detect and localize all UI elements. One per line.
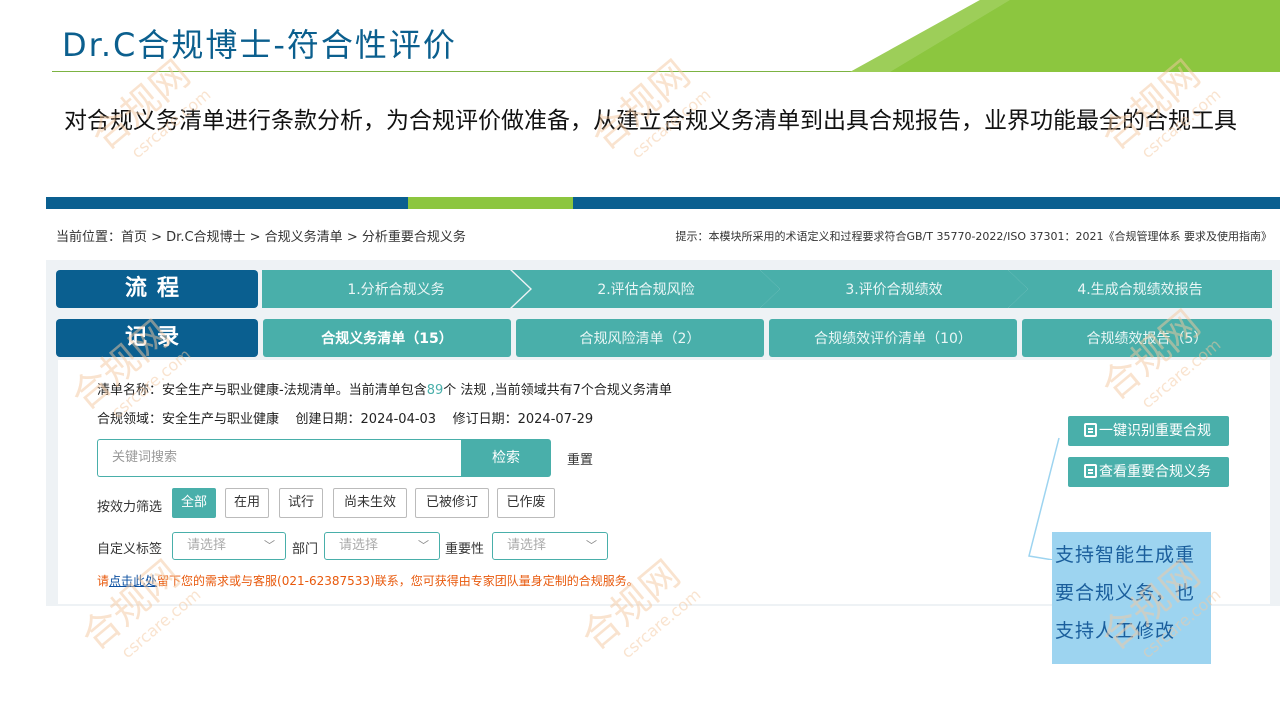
flow-step-label: 4.生成合规绩效报告 [1077, 282, 1203, 298]
filter-chip-trial[interactable]: 试行 [279, 488, 323, 518]
record-label: 记录 [56, 319, 258, 357]
department-select[interactable]: 请选择 ﹀ [324, 532, 440, 560]
list-count: 89 [426, 383, 444, 398]
chevron-down-icon: ﹀ [418, 539, 429, 552]
tab-performance-list[interactable]: 合规绩效评价清单（10） [769, 319, 1017, 357]
view-important-button[interactable]: 查看重要合规义务 [1068, 457, 1229, 487]
header-color-bar [46, 197, 1280, 209]
contact-line: 请点击此处留下您的需求或与客服(021-62387533)联系，您可获得由专家团… [97, 574, 639, 588]
title-divider [52, 71, 932, 72]
filter-chip-abolished[interactable]: 已作废 [497, 488, 555, 518]
document-icon [1084, 464, 1097, 478]
slide-subtitle: 对合规义务清单进行条款分析，为合规评价做准备，从建立合规义务清单到出具合规报告，… [64, 108, 1237, 134]
identify-important-button[interactable]: 一键识别重要合规 [1068, 416, 1229, 446]
tab-performance-report[interactable]: 合规绩效报告（5） [1022, 319, 1272, 357]
importance-select[interactable]: 请选择 ﹀ [492, 532, 608, 560]
standard-hint: 提示：本模块所采用的术语定义和过程要求符合GB/T 35770-2022/ISO… [675, 230, 1272, 243]
department-label: 部门 [292, 542, 319, 557]
filter-chip-revised[interactable]: 已被修订 [415, 488, 489, 518]
breadcrumb-row: 当前位置：首页 > Dr.C合规博士 > 合规义务清单 > 分析重要合规义务 提… [56, 226, 1272, 246]
contact-link[interactable]: 点击此处 [109, 574, 157, 588]
callout-note: 支持智能生成重要合规义务，也支持人工修改 [1052, 532, 1211, 664]
chevron-down-icon: ﹀ [264, 539, 275, 552]
flow-step-label: 2.评估合规风险 [597, 282, 695, 298]
keyword-search-input[interactable]: 关键词搜索 [97, 439, 461, 477]
flow-step-label: 3.评价合规绩效 [845, 282, 943, 298]
chevron-down-icon: ﹀ [586, 539, 597, 552]
corner-decoration [850, 0, 1280, 72]
breadcrumb[interactable]: 当前位置：首页 > Dr.C合规博士 > 合规义务清单 > 分析重要合规义务 [56, 226, 466, 245]
filter-chip-not-effective[interactable]: 尚未生效 [333, 488, 407, 518]
flow-step-2[interactable]: 2.评估合规风险 [512, 270, 780, 308]
flow-step-3[interactable]: 3.评价合规绩效 [760, 270, 1028, 308]
tab-obligation-list[interactable]: 合规义务清单（15） [263, 319, 511, 357]
importance-label: 重要性 [445, 542, 485, 557]
reset-button[interactable]: 重置 [567, 449, 593, 468]
custom-tag-label: 自定义标签 [97, 542, 163, 557]
document-icon [1084, 423, 1097, 437]
filter-chip-in-use[interactable]: 在用 [225, 488, 269, 518]
search-button[interactable]: 检索 [461, 439, 551, 477]
flow-label: 流程 [56, 270, 258, 308]
filter-label: 按效力筛选 [97, 500, 163, 515]
flow-step-1[interactable]: 1.分析合规义务 [262, 270, 530, 308]
filter-chip-all[interactable]: 全部 [172, 488, 216, 518]
flow-step-4[interactable]: 4.生成合规绩效报告 [1008, 270, 1272, 308]
tab-risk-list[interactable]: 合规风险清单（2） [516, 319, 764, 357]
list-name-line: 清单名称：安全生产与职业健康-法规清单。当前清单包含89个 法规 ,当前领域共有… [97, 383, 672, 398]
flow-step-label: 1.分析合规义务 [347, 282, 445, 298]
custom-tag-select[interactable]: 请选择 ﹀ [172, 532, 286, 560]
domain-line: 合规领域：安全生产与职业健康 创建日期：2024-04-03 修订日期：2024… [97, 412, 594, 427]
slide-title: Dr.C合规博士-符合性评价 [62, 26, 457, 64]
